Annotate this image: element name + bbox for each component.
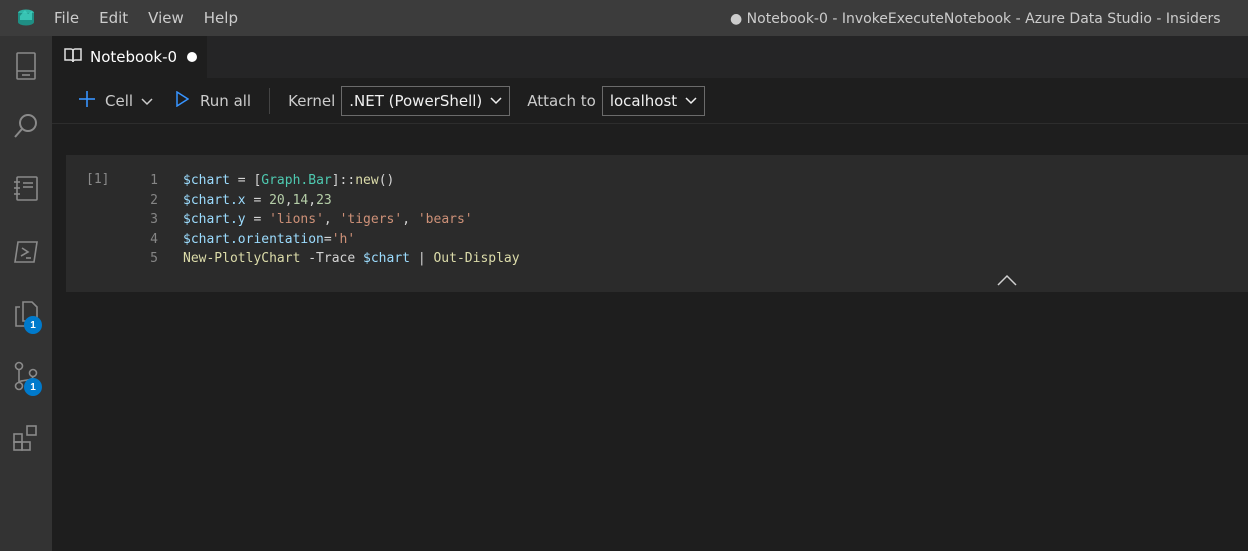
chevron-down-icon	[141, 92, 153, 110]
notebook-toolbar: Cell Run all Kernel .NET (PowerShell) At…	[52, 78, 1248, 124]
code-editor[interactable]: 1 $chart = [Graph.Bar]::new() 2 $chart.x = …	[138, 171, 520, 269]
code-line[interactable]: 2 $chart.x = 20,14,23	[138, 191, 520, 211]
code-token: new	[355, 173, 379, 188]
attach-to-value: localhost	[609, 91, 678, 110]
activity-bar: 1 1	[0, 36, 52, 551]
menu-edit[interactable]: Edit	[89, 0, 138, 36]
code-token: =	[245, 192, 270, 208]
line-number: 4	[150, 231, 158, 247]
code-token: $chart	[363, 251, 410, 266]
code-text: $chart = [Graph.Bar]::new()	[183, 171, 394, 191]
menu-view[interactable]: View	[138, 0, 194, 36]
extensions-icon[interactable]	[0, 410, 52, 466]
code-token: ,	[308, 192, 317, 208]
search-icon[interactable]	[0, 98, 52, 154]
code-text: $chart.x = 20,14,23	[183, 191, 332, 211]
title-bar: File Edit View Help ● Notebook-0 - Invok…	[0, 0, 1248, 36]
code-token: =	[323, 231, 332, 247]
pages-badge: 1	[24, 316, 42, 334]
code-token: 14	[292, 192, 309, 208]
source-control-icon[interactable]: 1	[0, 348, 52, 404]
notebook-book-icon	[64, 47, 82, 67]
tab-notebook-0[interactable]: Notebook-0	[52, 36, 207, 78]
code-token: 20	[269, 192, 285, 208]
line-number: 1	[150, 173, 158, 188]
kernel-value: .NET (PowerShell)	[349, 91, 483, 110]
chevron-up-icon[interactable]	[996, 273, 1018, 287]
code-text: New-PlotlyChart -Trace $chart | Out-Disp…	[183, 249, 520, 269]
play-icon	[175, 90, 190, 111]
code-token: |	[410, 251, 434, 266]
code-token: 23	[316, 192, 332, 208]
menu-file[interactable]: File	[52, 0, 89, 36]
code-token: ,	[284, 192, 293, 208]
code-text: $chart.orientation='h'	[183, 230, 355, 250]
code-token: 'h'	[331, 231, 356, 247]
toolbar-divider	[269, 87, 271, 114]
terminal-icon[interactable]	[0, 224, 52, 280]
code-text: $chart.y = 'lions', 'tigers', 'bears'	[183, 210, 473, 230]
add-cell-button[interactable]: Cell	[78, 90, 153, 112]
run-all-label: Run all	[200, 91, 252, 110]
kernel-dropdown[interactable]: .NET (PowerShell)	[341, 85, 511, 116]
source-control-badge: 1	[24, 378, 42, 396]
code-token: New-PlotlyChart	[183, 251, 301, 266]
code-token: 'bears'	[417, 212, 473, 227]
line-number: 5	[150, 251, 158, 266]
window-title: ● Notebook-0 - InvokeExecuteNotebook - A…	[730, 11, 1221, 27]
line-number: 3	[150, 212, 158, 227]
code-token: $chart.x	[183, 192, 246, 208]
code-token: = [	[229, 173, 262, 188]
code-token: 'tigers'	[339, 212, 403, 227]
attach-to-dropdown[interactable]: localhost	[601, 85, 706, 116]
attach-to-label: Attach to	[527, 91, 596, 110]
code-token: ()	[378, 173, 395, 188]
notebooks-icon[interactable]	[0, 160, 52, 216]
code-token: 'lions'	[269, 212, 324, 227]
code-token: ,	[323, 212, 340, 227]
kernel-label: Kernel	[288, 91, 336, 110]
code-token: =	[245, 212, 270, 227]
code-token: -Trace	[300, 251, 364, 266]
chevron-down-icon	[685, 96, 697, 104]
code-cell[interactable]: [1] 1 $chart = [Graph.Bar]::new() 2 $chart.…	[66, 155, 1248, 292]
unsaved-dot-icon[interactable]	[187, 52, 198, 62]
editor-tab-strip: Notebook-0	[52, 36, 1248, 78]
explorer-icon[interactable]	[0, 38, 52, 94]
code-line[interactable]: 1 $chart = [Graph.Bar]::new()	[138, 171, 520, 191]
run-all-button[interactable]: Run all	[175, 90, 252, 111]
code-token: Out-Display	[433, 251, 520, 266]
plus-icon	[78, 90, 96, 112]
chevron-down-icon	[490, 96, 502, 104]
menu-bar: File Edit View Help	[52, 0, 248, 36]
menu-help[interactable]: Help	[194, 0, 248, 36]
azure-data-studio-logo-icon	[0, 0, 52, 36]
pages-icon[interactable]: 1	[0, 286, 52, 342]
code-token: $chart.y	[183, 212, 246, 227]
add-cell-label: Cell	[105, 91, 134, 110]
code-token: $chart.orientation	[183, 231, 324, 247]
code-token: ]::	[331, 173, 356, 188]
code-line[interactable]: 5 New-PlotlyChart -Trace $chart | Out-Dis…	[138, 249, 520, 269]
line-number: 2	[150, 192, 158, 208]
code-token: $chart	[183, 173, 230, 188]
tab-label: Notebook-0	[90, 48, 178, 66]
code-token: Graph.Bar	[261, 173, 332, 188]
execution-count: [1]	[86, 172, 110, 187]
code-line[interactable]: 4 $chart.orientation='h'	[138, 230, 520, 250]
code-token: ,	[402, 212, 418, 227]
code-line[interactable]: 3 $chart.y = 'lions', 'tigers', 'bears'	[138, 210, 520, 230]
